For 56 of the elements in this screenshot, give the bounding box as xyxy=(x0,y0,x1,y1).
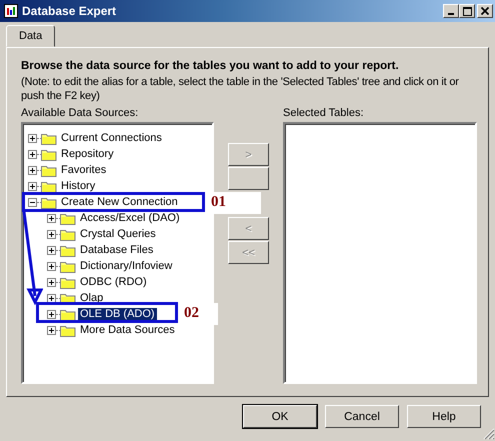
tree-item[interactable]: More Data Sources xyxy=(78,324,177,336)
expand-icon[interactable] xyxy=(47,262,56,270)
maximize-icon xyxy=(462,6,472,16)
folder-icon xyxy=(60,260,76,272)
tree-item[interactable]: Repository xyxy=(59,148,116,160)
resize-grip-icon xyxy=(483,428,495,440)
window-title: Database Expert xyxy=(22,4,118,18)
folder-icon xyxy=(41,180,57,192)
folder-icon xyxy=(60,212,76,224)
folder-icon xyxy=(60,308,76,320)
note-text: (Note: to edit the alias for a table, select the table in the 'Selected Tables' tree and click on it or push the F2 key) xyxy=(21,75,460,103)
dialog-button[interactable]: OK xyxy=(243,405,317,428)
tree-item[interactable]: Current Connections xyxy=(59,132,164,144)
tree-item[interactable]: History xyxy=(59,180,98,192)
expand-icon[interactable] xyxy=(47,294,56,302)
folder-icon xyxy=(41,196,57,208)
expand-icon[interactable] xyxy=(47,326,56,334)
tree-item[interactable]: Create New Connection xyxy=(59,196,180,208)
close-icon xyxy=(481,7,489,15)
tree-item[interactable]: Favorites xyxy=(59,164,108,176)
expand-icon[interactable] xyxy=(28,134,37,142)
tree-item[interactable]: Dictionary/Infoview xyxy=(78,260,174,272)
heading-text: Browse the data source for the tables you want to add to your report. xyxy=(21,60,400,72)
expand-icon[interactable] xyxy=(28,150,37,158)
tab[interactable]: Data xyxy=(6,25,56,47)
section-label: Available Data Sources: xyxy=(21,107,140,121)
tree-item[interactable]: Access/Excel (DAO) xyxy=(78,212,182,224)
close-button[interactable] xyxy=(477,4,493,18)
tree-item[interactable]: Database Files xyxy=(78,244,156,256)
folder-icon xyxy=(41,148,57,160)
maximize-button[interactable] xyxy=(459,4,475,18)
expand-icon[interactable] xyxy=(47,230,56,238)
expand-icon[interactable] xyxy=(47,246,56,254)
selected-tables-list[interactable] xyxy=(283,122,477,384)
tree-item[interactable]: OLE DB (ADO) xyxy=(78,308,157,320)
expand-icon[interactable] xyxy=(28,182,37,190)
folder-icon xyxy=(60,244,76,256)
folder-icon xyxy=(41,132,57,144)
tree-item[interactable]: Olap xyxy=(78,292,106,304)
expand-icon[interactable] xyxy=(47,214,56,222)
tree-item[interactable]: Crystal Queries xyxy=(78,228,158,240)
expand-icon[interactable] xyxy=(28,166,37,174)
folder-icon xyxy=(60,324,76,336)
app-icon xyxy=(4,4,18,18)
expand-icon[interactable] xyxy=(47,278,56,286)
section-label: Selected Tables: xyxy=(283,107,365,121)
minimize-button[interactable] xyxy=(443,4,459,18)
folder-icon xyxy=(60,228,76,240)
folder-icon xyxy=(41,164,57,176)
folder-icon xyxy=(60,276,76,288)
transfer-button[interactable] xyxy=(228,167,269,190)
expand-icon[interactable] xyxy=(47,310,56,318)
collapse-icon[interactable] xyxy=(28,198,37,206)
tree-item[interactable]: ODBC (RDO) xyxy=(78,276,149,288)
dialog-button[interactable]: Cancel xyxy=(325,405,399,428)
dialog-button[interactable]: Help xyxy=(407,405,481,428)
